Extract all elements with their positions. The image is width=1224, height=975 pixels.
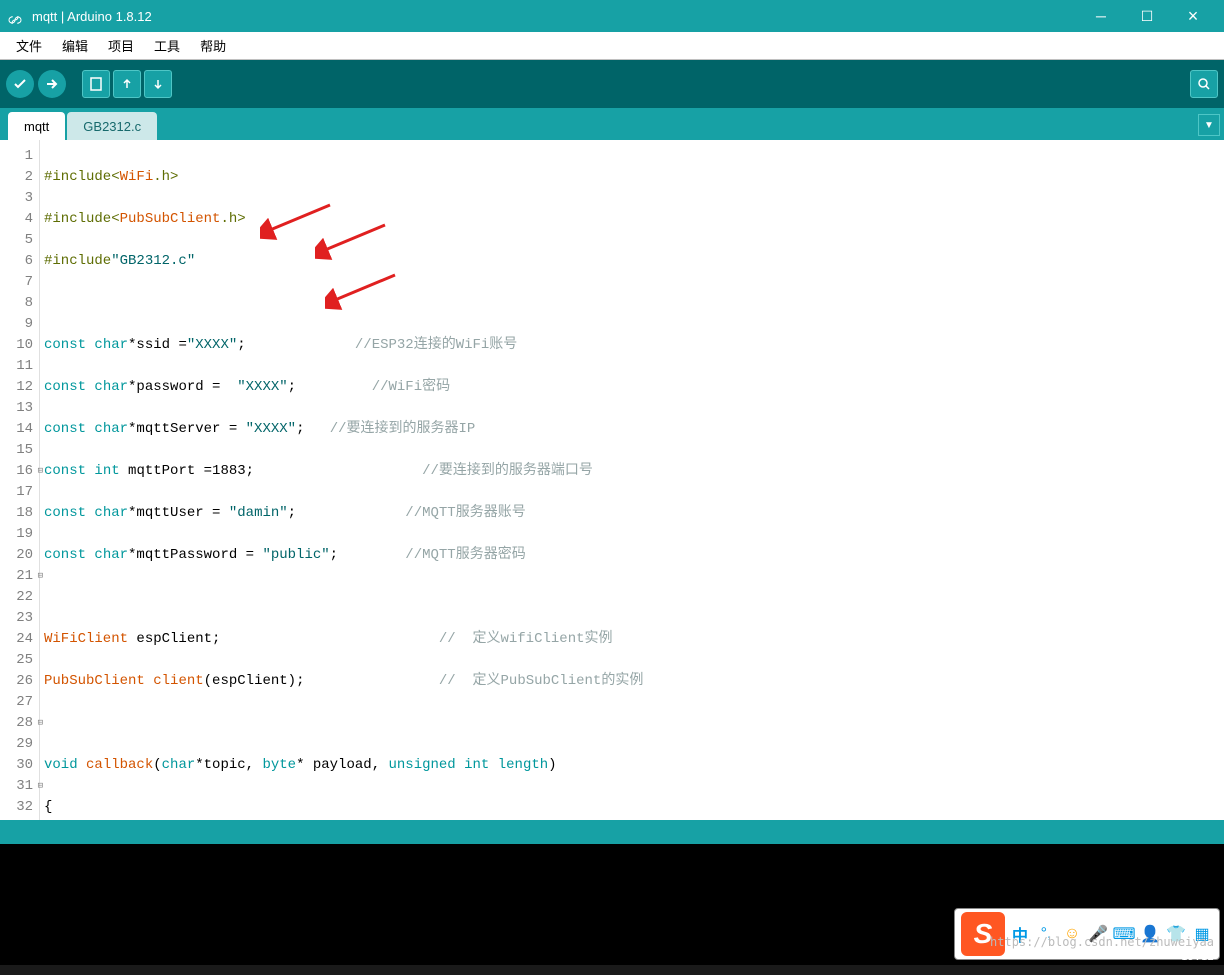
tab-mqtt[interactable]: mqtt	[8, 112, 65, 140]
code-editor[interactable]: 12345 678910 1112131415 16⊟17181920 21⊟2…	[0, 140, 1224, 820]
menu-help[interactable]: 帮助	[190, 34, 236, 57]
tabbar: mqtt GB2312.c ▼	[0, 108, 1224, 140]
serial-monitor-button[interactable]	[1190, 70, 1218, 98]
minimize-button[interactable]: ─	[1078, 0, 1124, 32]
new-sketch-button[interactable]	[82, 70, 110, 98]
window-title: mqtt | Arduino 1.8.12	[32, 9, 1078, 24]
menu-file[interactable]: 文件	[6, 34, 52, 57]
menu-tools[interactable]: 工具	[144, 34, 190, 57]
tab-menu-button[interactable]: ▼	[1198, 114, 1220, 136]
titlebar: mqtt | Arduino 1.8.12 ─ ☐ ×	[0, 0, 1224, 32]
verify-button[interactable]	[6, 70, 34, 98]
menubar: 文件 编辑 项目 工具 帮助	[0, 32, 1224, 60]
statusbar	[0, 820, 1224, 844]
taskbar[interactable]	[0, 965, 1224, 975]
watermark-text: https://blog.csdn.net/zhuweiyaa 19:12	[990, 935, 1214, 963]
open-sketch-button[interactable]	[113, 70, 141, 98]
menu-project[interactable]: 项目	[98, 34, 144, 57]
upload-button[interactable]	[38, 70, 66, 98]
arduino-logo-icon	[8, 12, 24, 20]
tab-gb2312[interactable]: GB2312.c	[67, 112, 157, 140]
save-sketch-button[interactable]	[144, 70, 172, 98]
line-number-gutter: 12345 678910 1112131415 16⊟17181920 21⊟2…	[0, 140, 40, 820]
close-button[interactable]: ×	[1170, 0, 1216, 32]
toolbar	[0, 60, 1224, 108]
code-body[interactable]: #include<WiFi.h> #include<PubSubClient.h…	[40, 140, 1224, 820]
menu-edit[interactable]: 编辑	[52, 34, 98, 57]
maximize-button[interactable]: ☐	[1124, 0, 1170, 32]
